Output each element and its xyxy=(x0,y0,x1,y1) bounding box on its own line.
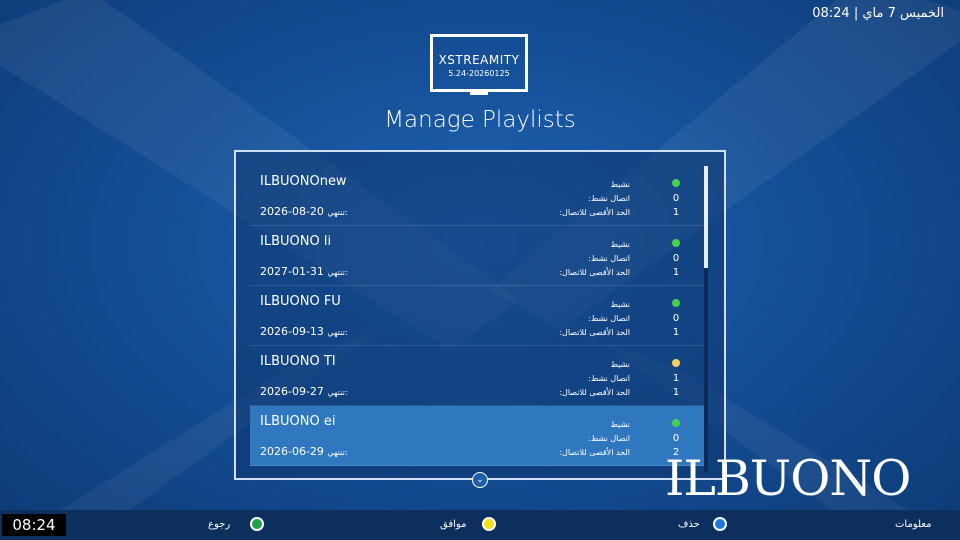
yellow-button-icon xyxy=(482,517,496,531)
playlists-panel: ILBUONOnew 2026-08-20 تنتهي: نشيط اتصال نشط… xyxy=(234,150,726,488)
active-connections-value: 0 xyxy=(672,313,680,324)
playlist-values: 01 xyxy=(668,298,684,340)
scrollbar[interactable] xyxy=(704,166,708,472)
green-button-icon xyxy=(250,517,264,531)
status-label: نشيط xyxy=(610,360,630,369)
logo-text: XSTREAMITY xyxy=(433,53,525,67)
playlist-row[interactable]: ILBUONO ei 2026-06-29 تنتهي: نشيط اتصال نشط… xyxy=(250,406,704,466)
playlist-expiry: 2026-09-13 تنتهي: xyxy=(260,325,348,338)
max-connections-label: الحد الأقصى للاتصال: xyxy=(559,448,630,457)
status-label: نشيط xyxy=(610,420,630,429)
playlist-expiry: 2026-06-29 تنتهي: xyxy=(260,445,348,458)
active-connections-value: 0 xyxy=(672,193,680,204)
status-separator: | xyxy=(853,6,859,21)
bottom-bar: 08:24 رجوع موافق حذف معلومات xyxy=(0,510,960,540)
active-connections-value: 1 xyxy=(672,373,680,384)
status-dot-icon xyxy=(672,419,680,427)
max-connections-label: الحد الأقصى للاتصال: xyxy=(559,388,630,397)
max-connections-value: 1 xyxy=(672,327,680,338)
status-dot-icon xyxy=(672,239,680,247)
ok-hint[interactable]: موافق xyxy=(440,515,496,535)
playlist-expiry: 2026-08-20 تنتهي: xyxy=(260,205,348,218)
playlist-labels: نشيط اتصال نشط: الحد الأقصى للاتصال: xyxy=(559,178,630,220)
active-connections-label: اتصال نشط: xyxy=(588,194,630,203)
scrollbar-thumb[interactable] xyxy=(704,166,708,268)
active-connections-label: اتصال نشط: xyxy=(588,434,630,443)
active-connections-label: اتصال نشط: xyxy=(588,314,630,323)
active-connections-value: 0 xyxy=(672,253,680,264)
status-dot-icon xyxy=(672,179,680,187)
status-dot-icon xyxy=(672,359,680,367)
page-title: Manage Playlists xyxy=(384,107,576,133)
logo-name: STREAMITY xyxy=(447,53,520,67)
max-connections-value: 1 xyxy=(672,207,680,218)
playlist-name: ILBUONOnew xyxy=(260,174,347,189)
status-datetime: 08:24 | الخميس 7 ماي xyxy=(812,6,944,21)
status-dot-icon xyxy=(672,299,680,307)
status-label: نشيط xyxy=(610,300,630,309)
playlist-values: 01 xyxy=(668,178,684,220)
status-date: الخميس 7 ماي xyxy=(862,6,944,21)
expiry-label: تنتهي: xyxy=(327,448,348,457)
max-connections-value: 1 xyxy=(672,387,680,398)
status-time: 08:24 xyxy=(812,6,850,21)
expiry-date: 2026-06-29 xyxy=(260,445,324,458)
ok-label: موافق xyxy=(440,519,467,530)
scroll-down-icon[interactable]: ⌄ xyxy=(472,472,488,488)
footer-clock: 08:24 xyxy=(2,514,66,536)
playlist-name: ILBUONO li xyxy=(260,234,332,249)
playlist-row[interactable]: ILBUONO FU 2026-09-13 تنتهي: نشيط اتصال نشط… xyxy=(250,286,704,346)
expiry-label: تنتهي: xyxy=(327,328,348,337)
status-label: نشيط xyxy=(610,180,630,189)
playlist-values: 01 xyxy=(668,238,684,280)
playlist-row[interactable]: ILBUONO li 2027-01-31 تنتهي: نشيط اتصال نشط… xyxy=(250,226,704,286)
delete-hint[interactable]: حذف xyxy=(678,515,727,535)
info-hint[interactable]: معلومات xyxy=(895,515,931,535)
playlist-expiry: 2027-01-31 تنتهي: xyxy=(260,265,348,278)
playlist-name: ILBUONO FU xyxy=(260,294,341,309)
playlist-name: ILBUONO ei xyxy=(260,414,336,429)
expiry-date: 2026-09-13 xyxy=(260,325,324,338)
max-connections-value: 1 xyxy=(672,267,680,278)
active-connections-label: اتصال نشط: xyxy=(588,254,630,263)
info-label: معلومات xyxy=(895,519,932,530)
expiry-date: 2026-09-27 xyxy=(260,385,324,398)
playlist-values: 11 xyxy=(668,358,684,400)
playlist-list: ILBUONOnew 2026-08-20 تنتهي: نشيط اتصال نشط… xyxy=(250,166,704,466)
max-connections-label: الحد الأقصى للاتصال: xyxy=(559,328,630,337)
playlist-row[interactable]: ILBUONOnew 2026-08-20 تنتهي: نشيط اتصال نشط… xyxy=(250,166,704,226)
playlist-row[interactable]: ILBUONO TI 2026-09-27 تنتهي: نشيط اتصال نشط… xyxy=(250,346,704,406)
back-hint[interactable]: رجوع xyxy=(208,515,264,535)
logo-stand xyxy=(470,92,488,95)
brand-watermark: ILBUONO xyxy=(665,450,911,507)
playlist-labels: نشيط اتصال نشط: الحد الأقصى للاتصال: xyxy=(559,358,630,400)
max-connections-label: الحد الأقصى للاتصال: xyxy=(559,208,630,217)
expiry-label: تنتهي: xyxy=(327,268,348,277)
delete-label: حذف xyxy=(678,519,700,530)
active-connections-value: 0 xyxy=(672,433,680,444)
expiry-label: تنتهي: xyxy=(327,208,348,217)
expiry-label: تنتهي: xyxy=(327,388,348,397)
back-label: رجوع xyxy=(208,519,231,530)
app-version: 5.24-20260125 xyxy=(448,69,510,78)
max-connections-label: الحد الأقصى للاتصال: xyxy=(559,268,630,277)
active-connections-label: اتصال نشط: xyxy=(588,374,630,383)
status-label: نشيط xyxy=(610,240,630,249)
expiry-date: 2027-01-31 xyxy=(260,265,324,278)
playlist-labels: نشيط اتصال نشط: الحد الأقصى للاتصال: xyxy=(559,298,630,340)
blue-button-icon xyxy=(713,517,727,531)
app-logo: XSTREAMITY 5.24-20260125 xyxy=(430,34,528,92)
logo-mark: X xyxy=(438,53,448,67)
playlist-labels: نشيط اتصال نشط: الحد الأقصى للاتصال: xyxy=(559,238,630,280)
playlist-name: ILBUONO TI xyxy=(260,354,336,369)
playlist-labels: نشيط اتصال نشط: الحد الأقصى للاتصال: xyxy=(559,418,630,460)
playlist-expiry: 2026-09-27 تنتهي: xyxy=(260,385,348,398)
expiry-date: 2026-08-20 xyxy=(260,205,324,218)
